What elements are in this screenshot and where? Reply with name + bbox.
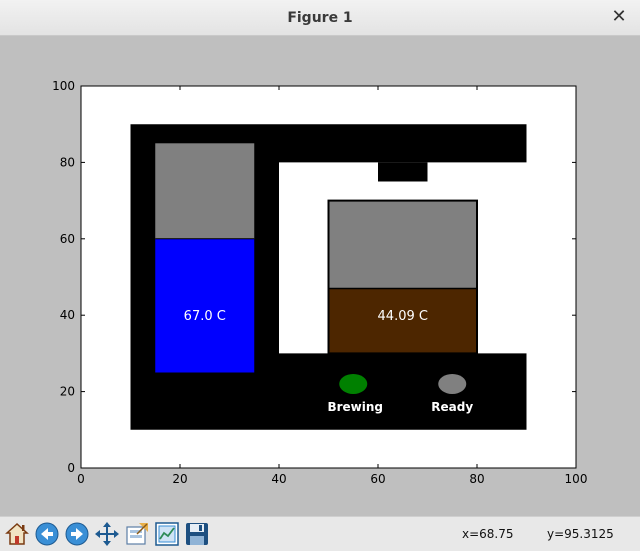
- y-tick-label: 40: [60, 308, 75, 322]
- forward-icon[interactable]: [64, 521, 90, 547]
- cursor-y-readout: y=95.3125: [547, 527, 614, 541]
- right-tank-temperature: 44.09 C: [378, 309, 428, 324]
- back-icon[interactable]: [34, 521, 60, 547]
- y-tick-label: 80: [60, 155, 75, 169]
- y-tick-label: 0: [67, 461, 75, 475]
- y-tick-label: 100: [52, 79, 75, 93]
- y-tick-label: 60: [60, 232, 75, 246]
- x-tick-label: 0: [77, 472, 85, 486]
- ready-indicator-label: Ready: [431, 400, 473, 414]
- left-tank-water: [155, 238, 255, 373]
- cursor-x-readout: x=68.75: [462, 527, 514, 541]
- brewing-indicator-label: Brewing: [327, 400, 383, 414]
- close-icon[interactable]: ✕: [608, 6, 630, 28]
- plot-svg: 0 20 40 60 80 100020406080100 67.0 C 44.09 C …: [52, 79, 588, 486]
- left-tank-temperature: 67.0 C: [184, 309, 226, 324]
- x-tick-label: 80: [469, 472, 484, 486]
- zoom-to-rect-icon[interactable]: [154, 521, 180, 547]
- configure-subplots-icon[interactable]: [124, 521, 150, 547]
- left-tank-empty: [155, 143, 255, 239]
- machine-nozzle: [378, 162, 428, 182]
- brewing-indicator-light: [339, 373, 368, 394]
- ready-indicator-light: [438, 373, 467, 394]
- window-title: Figure 1: [287, 10, 353, 26]
- x-tick-label: 60: [370, 472, 385, 486]
- y-tick-label: 20: [60, 385, 75, 399]
- pan-icon[interactable]: [94, 521, 120, 547]
- x-tick-label: 100: [565, 472, 588, 486]
- right-tank-empty: [328, 200, 477, 289]
- figure-canvas[interactable]: 0 20 40 60 80 100 0 20 40 60 80 100 67.0 C 44.09 C …: [0, 36, 640, 516]
- navigation-toolbar: x=68.75 y=95.3125: [0, 516, 640, 551]
- save-icon[interactable]: [184, 521, 210, 547]
- x-tick-label: 40: [271, 472, 286, 486]
- x-tick-label: 20: [172, 472, 187, 486]
- window-titlebar: Figure 1 ✕: [0, 0, 640, 36]
- home-icon[interactable]: [4, 521, 30, 547]
